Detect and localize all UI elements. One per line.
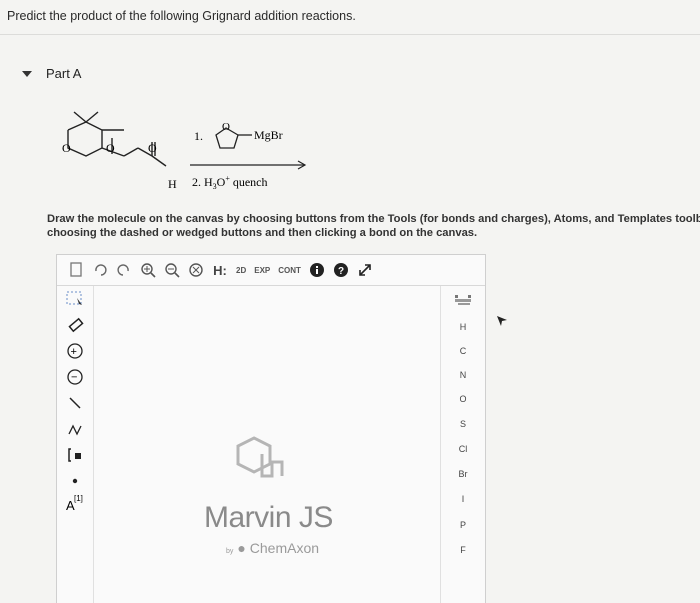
atom-n-button[interactable]: N <box>441 370 485 380</box>
atom-h-button[interactable]: H <box>441 322 485 332</box>
zoom-in-icon[interactable] <box>137 259 159 281</box>
radical-tool-icon[interactable] <box>63 470 87 492</box>
chemaxon-logo-icon: ● <box>237 540 246 556</box>
atom-s-button[interactable]: S <box>441 419 485 429</box>
help-icon[interactable]: ? <box>330 259 352 281</box>
divider <box>0 34 700 35</box>
reaction-scheme: O O O H 1. O MgBr 2. H3O+ quench <box>62 111 307 191</box>
atom-p-button[interactable]: P <box>441 520 485 530</box>
periodic-table-icon[interactable] <box>441 294 485 308</box>
instructions: Draw the molecule on the canvas by choos… <box>47 212 700 240</box>
info-icon[interactable] <box>306 259 328 281</box>
marvin-editor[interactable]: H: 2D EXP CONT ? + − A [1] Marvin JS by … <box>56 254 486 603</box>
instructions-line-1: Draw the molecule on the canvas by choos… <box>47 213 700 225</box>
left-toolbar: + − A [1] <box>57 286 94 603</box>
new-document-icon[interactable] <box>65 259 87 281</box>
svg-text:?: ? <box>338 266 344 277</box>
atom-o-1: O <box>62 141 71 155</box>
undo-icon[interactable] <box>89 259 111 281</box>
part-title: Part A <box>46 66 82 81</box>
step-1-label: 1. <box>194 129 203 143</box>
expand-view-icon[interactable] <box>354 259 376 281</box>
reagent-mgbr: MgBr <box>254 128 283 142</box>
redo-icon[interactable] <box>113 259 135 281</box>
explicit-hydrogens-button[interactable]: H: <box>209 259 231 281</box>
step-2-label: 2. H3O+ quench <box>192 174 268 191</box>
atom-h: H <box>168 177 177 191</box>
negative-charge-icon[interactable]: − <box>63 366 87 388</box>
marvin-logo-icon <box>236 436 284 478</box>
dioxolane-ketone-structure <box>67 111 167 167</box>
reaction-arrow-icon <box>190 160 307 170</box>
chemaxon-byline: by ● ChemAxon <box>226 540 320 556</box>
atom-map-icon[interactable]: A [1] <box>63 492 87 514</box>
eraser-icon[interactable] <box>63 314 87 336</box>
atom-o-3: O <box>148 141 157 155</box>
atom-br-button[interactable]: Br <box>441 469 485 479</box>
svg-text:[1]: [1] <box>74 494 83 503</box>
furan-o: O <box>222 121 230 133</box>
atom-o-button[interactable]: O <box>441 394 485 404</box>
atom-c-button[interactable]: C <box>441 346 485 356</box>
mouse-cursor-icon <box>497 316 507 326</box>
svg-text:+: + <box>71 346 77 358</box>
atom-o-2: O <box>106 141 115 155</box>
single-bond-icon[interactable] <box>63 392 87 414</box>
marvin-js-brand: Marvin JS <box>204 501 333 534</box>
chain-tool-icon[interactable] <box>63 418 87 440</box>
positive-charge-icon[interactable]: + <box>63 340 87 362</box>
zoom-fit-icon[interactable] <box>185 259 207 281</box>
zoom-out-icon[interactable] <box>161 259 183 281</box>
clean-2d-button[interactable]: 2D <box>233 259 249 281</box>
drawing-canvas[interactable]: Marvin JS by ● ChemAxon <box>94 286 440 603</box>
contract-button[interactable]: CONT <box>275 259 304 281</box>
atom-i-button[interactable]: I <box>441 494 485 504</box>
bracket-tool-icon[interactable] <box>63 444 87 466</box>
expand-button[interactable]: EXP <box>251 259 273 281</box>
part-a-header[interactable]: Part A <box>22 66 81 81</box>
atoms-toolbar: H C N O S Cl Br I P F <box>440 286 485 603</box>
top-toolbar: H: 2D EXP CONT ? <box>57 255 485 286</box>
collapse-caret-icon[interactable] <box>22 70 32 77</box>
instructions-line-2: choosing the dashed or wedged buttons an… <box>47 227 478 239</box>
svg-text:−: − <box>71 372 77 384</box>
atom-f-button[interactable]: F <box>441 545 485 555</box>
selection-tool-icon[interactable] <box>63 288 87 310</box>
question-text: Predict the product of the following Gri… <box>7 9 356 23</box>
atom-cl-button[interactable]: Cl <box>441 444 485 454</box>
